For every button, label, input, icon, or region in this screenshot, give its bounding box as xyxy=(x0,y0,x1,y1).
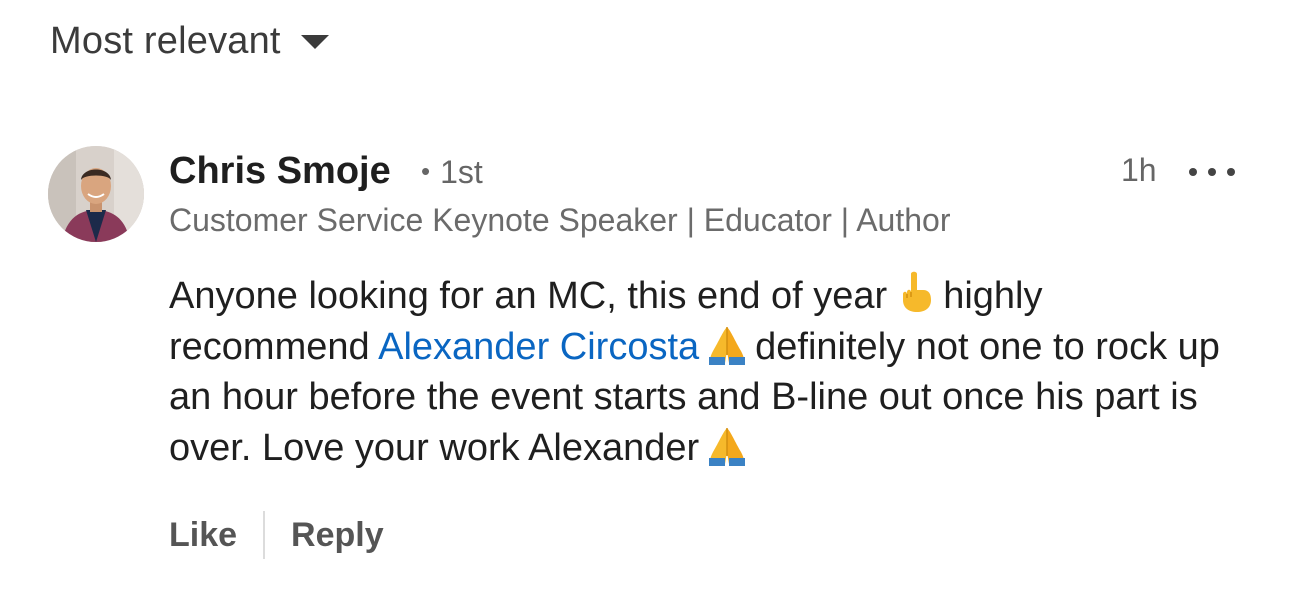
avatar-image xyxy=(48,146,144,242)
more-dot-icon xyxy=(1189,168,1197,176)
connection-degree: • 1st xyxy=(421,154,483,191)
comment-actions: Like Reply xyxy=(169,510,384,560)
comment-text-part1: Anyone looking for an MC, this end of ye… xyxy=(169,275,888,317)
folded-hands-emoji xyxy=(709,327,746,365)
more-dot-icon xyxy=(1227,168,1235,176)
sort-label: Most relevant xyxy=(50,19,281,62)
timestamp: 1h xyxy=(1121,152,1157,188)
reply-button[interactable]: Reply xyxy=(291,516,384,555)
more-options-button[interactable] xyxy=(1189,152,1235,192)
sort-dropdown[interactable]: Most relevant xyxy=(50,16,329,66)
author-name[interactable]: Chris Smoje xyxy=(169,150,391,193)
caret-down-icon xyxy=(300,35,329,49)
connection-degree-label: 1st xyxy=(440,154,483,190)
comment-body: Chris Smoje • 1st 1h Customer Service Key… xyxy=(169,146,1249,559)
folded-hands-emoji xyxy=(709,428,746,466)
comment-text: Anyone looking for an MC, this end of ye… xyxy=(169,270,1229,473)
avatar[interactable] xyxy=(48,146,144,242)
author-headline: Customer Service Keynote Speaker | Educa… xyxy=(169,202,951,238)
more-dot-icon xyxy=(1208,168,1216,176)
separator-dot: • xyxy=(421,156,431,186)
mention-link[interactable]: Alexander Circosta xyxy=(378,326,699,368)
comment-header: Chris Smoje • 1st 1h xyxy=(169,146,1249,196)
action-divider xyxy=(263,511,266,559)
pointing-down-hand-emoji xyxy=(903,271,932,312)
like-button[interactable]: Like xyxy=(169,516,237,555)
